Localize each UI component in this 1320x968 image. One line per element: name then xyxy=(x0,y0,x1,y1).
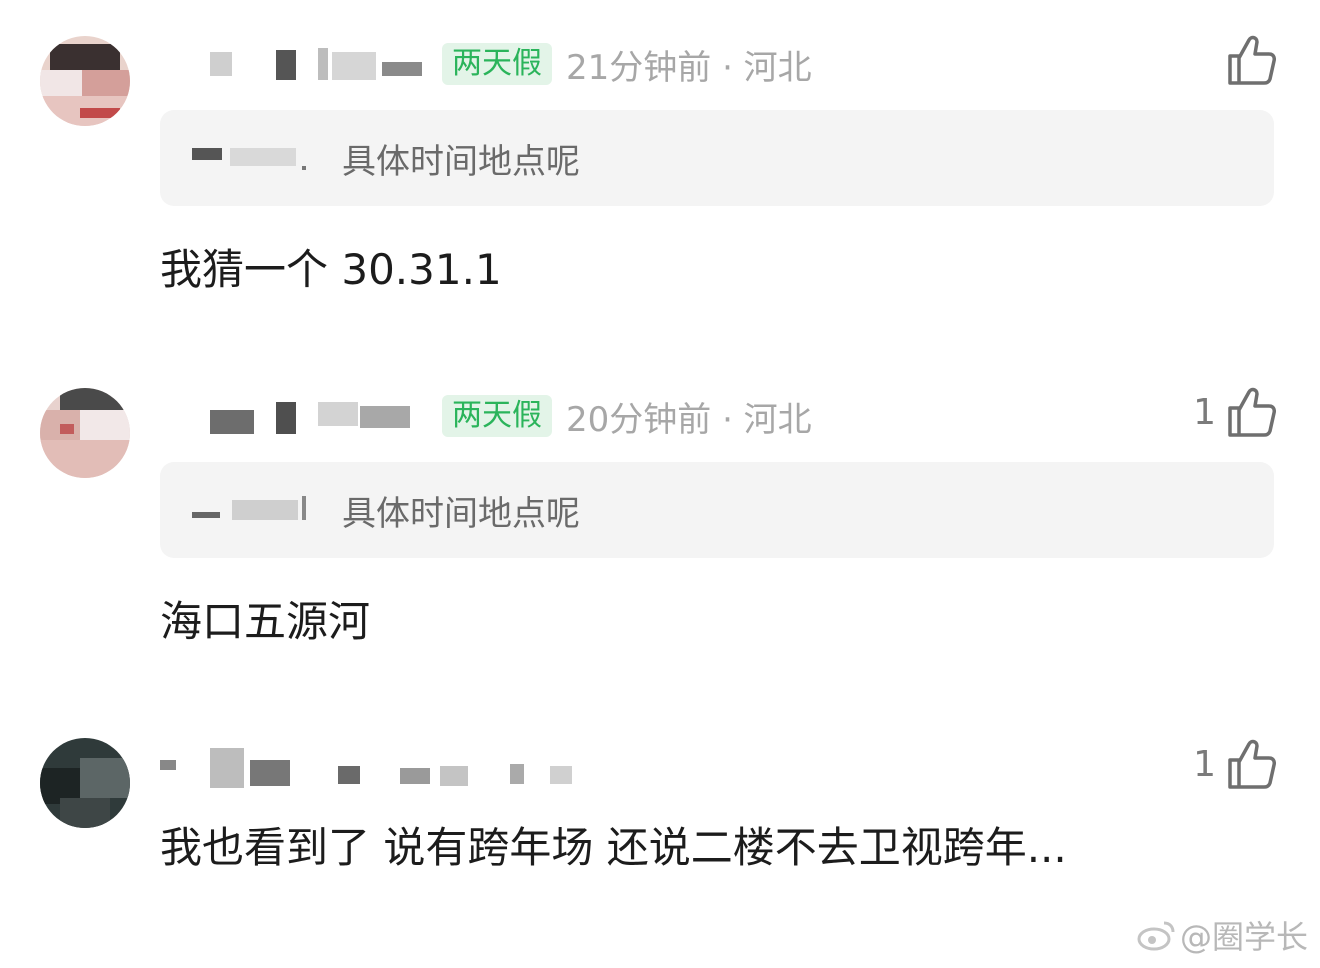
like-button[interactable]: 1 xyxy=(1193,386,1276,438)
quoted-username[interactable] xyxy=(192,490,324,530)
username[interactable] xyxy=(160,748,580,788)
watermark: @圈学长 xyxy=(1136,912,1308,958)
thumb-up-icon xyxy=(1228,387,1276,437)
name-row xyxy=(160,740,580,796)
like-button[interactable]: 1 xyxy=(1193,738,1276,790)
time-location: 21分钟前 · 河北 xyxy=(566,47,812,88)
quoted-reply[interactable]: 具体时间地点呢 xyxy=(160,462,1274,558)
quoted-text: 具体时间地点呢 xyxy=(342,493,580,534)
name-row: 两天假 21分钟前 · 河北 xyxy=(160,36,812,92)
thumb-up-icon xyxy=(1228,35,1276,85)
time-location: 20分钟前 · 河北 xyxy=(566,399,812,440)
thumb-up-icon xyxy=(1228,739,1276,789)
username[interactable] xyxy=(160,44,426,84)
quoted-reply[interactable]: 具体时间地点呢 xyxy=(160,110,1274,206)
weibo-logo-icon xyxy=(1137,921,1175,951)
like-button[interactable] xyxy=(1216,34,1276,86)
avatar[interactable] xyxy=(40,36,130,126)
fan-badge[interactable]: 两天假 xyxy=(442,43,552,85)
comment-text: 我也看到了 说有跨年场 还说二楼不去卫视跨年... xyxy=(160,823,1067,872)
watermark-text: @圈学长 xyxy=(1179,918,1308,956)
quoted-username[interactable] xyxy=(192,138,324,178)
username[interactable] xyxy=(160,396,426,436)
avatar[interactable] xyxy=(40,388,130,478)
comment-text: 海口五源河 xyxy=(160,597,371,646)
avatar[interactable] xyxy=(40,738,130,828)
like-count: 1 xyxy=(1193,391,1216,433)
like-count: 1 xyxy=(1193,743,1216,785)
quoted-text: 具体时间地点呢 xyxy=(342,141,580,182)
comment-text: 我猜一个 30.31.1 xyxy=(160,245,502,294)
fan-badge[interactable]: 两天假 xyxy=(442,395,552,437)
name-row: 两天假 20分钟前 · 河北 xyxy=(160,388,812,444)
